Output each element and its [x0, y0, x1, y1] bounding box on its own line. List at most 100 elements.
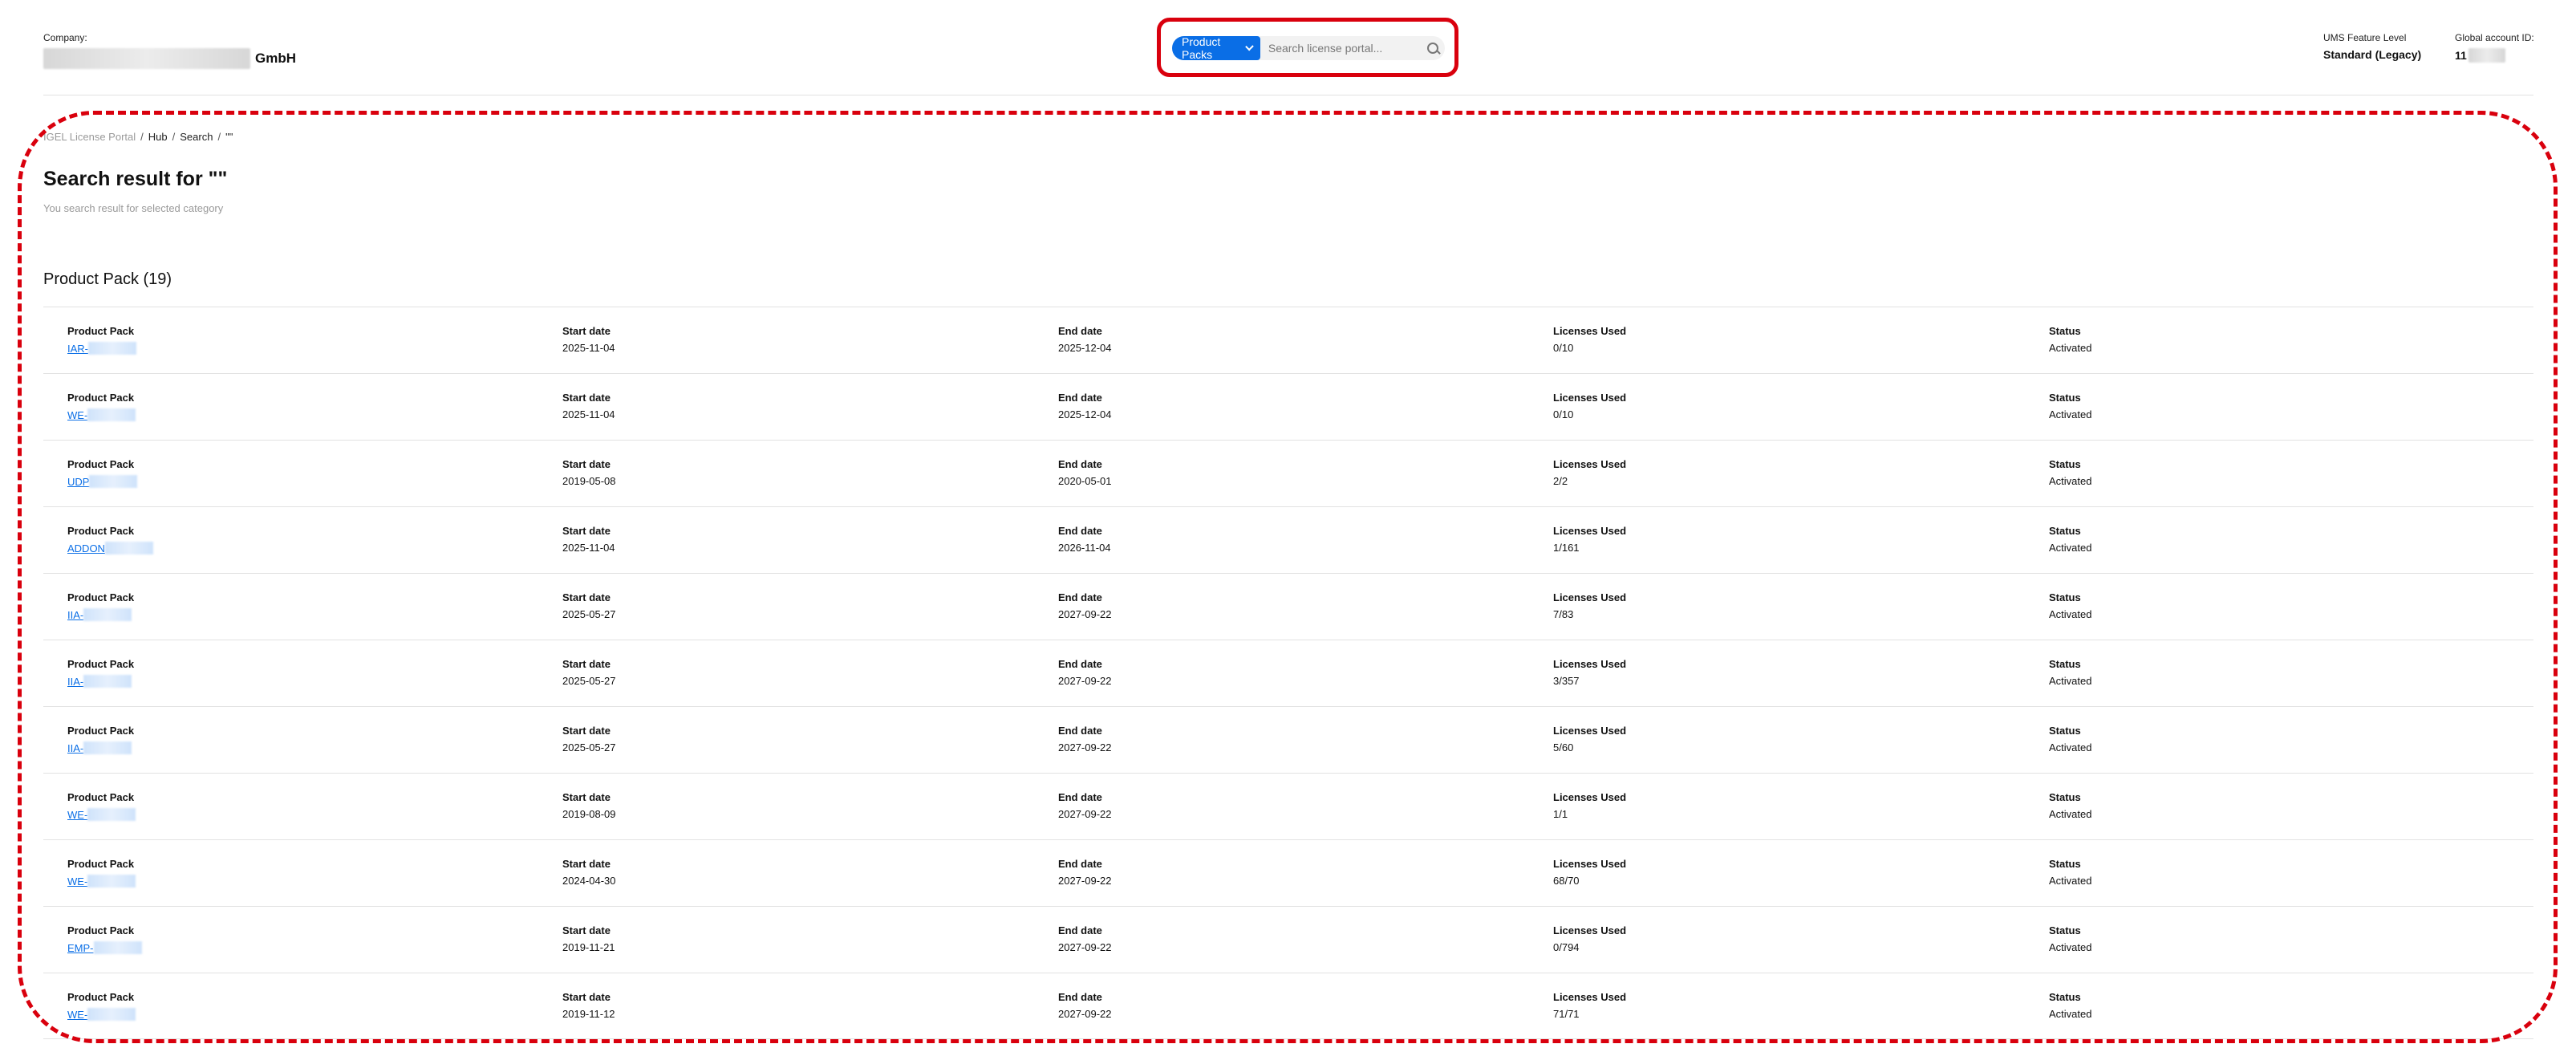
cell-pack: Product Pack WE- — [67, 991, 136, 1021]
cell-label: Start date — [562, 991, 611, 1003]
cell-label: Status — [2049, 591, 2081, 603]
cell-label: Licenses Used — [1553, 858, 1627, 870]
cell-label: Status — [2049, 458, 2081, 470]
product-pack-link[interactable]: ADDON — [67, 542, 153, 554]
cell-label: End date — [1058, 658, 1102, 670]
page-subtitle: You search result for selected category — [43, 202, 224, 214]
cell-value: Activated — [2049, 1008, 2092, 1020]
cell-label: Product Pack — [67, 591, 135, 603]
cell-value: Activated — [2049, 941, 2092, 953]
cell-label: Licenses Used — [1553, 392, 1627, 404]
search-icon[interactable] — [1422, 37, 1441, 59]
table-row: Product Pack IIA- Start date 2025-05-27 End … — [43, 640, 2533, 706]
cell-status: Status Activated — [2049, 858, 2091, 887]
table-row: Product Pack WE- Start date 2025-11-04 End d… — [43, 373, 2533, 440]
search-bar: Product Packs — [1172, 35, 1445, 61]
product-pack-link[interactable]: IIA- — [67, 675, 134, 688]
account-id-value: 11 — [2455, 49, 2467, 62]
product-pack-redacted — [93, 941, 142, 954]
company-info: Company: GmbH — [43, 32, 296, 69]
product-pack-link[interactable]: IIA- — [67, 741, 134, 754]
product-pack-code: EMP- — [67, 941, 94, 954]
cell-value: 2027-09-22 — [1058, 675, 1112, 687]
cell-used: Licenses Used 71/71 — [1553, 991, 1626, 1020]
breadcrumb-hub[interactable]: Hub — [148, 131, 168, 143]
cell-label: Product Pack — [67, 791, 135, 803]
breadcrumb: IGEL License Portal / Hub / Search / "" — [43, 131, 233, 143]
cell-status: Status Activated — [2049, 658, 2091, 687]
cell-label: Licenses Used — [1553, 991, 1627, 1003]
cell-value: 2019-11-21 — [562, 941, 615, 953]
cell-label: Licenses Used — [1553, 591, 1627, 603]
cell-value: 2020-05-01 — [1058, 475, 1112, 487]
feature-level: UMS Feature Level Standard (Legacy) — [2323, 32, 2421, 61]
product-pack-table: Product Pack IAR- Start date 2025-11-04 End … — [43, 307, 2533, 1039]
cell-value: 7/83 — [1553, 608, 1574, 620]
product-pack-code: WE- — [67, 408, 88, 421]
product-pack-link[interactable]: WE- — [67, 875, 136, 888]
cell-value: Activated — [2049, 675, 2092, 687]
cell-label: Status — [2049, 858, 2081, 870]
product-pack-link[interactable]: UDP — [67, 475, 138, 488]
product-pack-redacted — [88, 342, 136, 355]
cell-end: End date 2027-09-22 — [1058, 658, 1112, 687]
cell-start: Start date 2025-05-27 — [562, 725, 616, 754]
feature-level-label: UMS Feature Level — [2323, 32, 2407, 43]
cell-label: Licenses Used — [1553, 658, 1627, 670]
company-name-redacted — [43, 48, 250, 69]
cell-used: Licenses Used 68/70 — [1553, 858, 1626, 887]
cell-label: Product Pack — [67, 991, 135, 1003]
product-pack-code: WE- — [67, 875, 88, 888]
cell-status: Status Activated — [2049, 791, 2091, 820]
cell-status: Status Activated — [2049, 325, 2091, 354]
cell-label: Licenses Used — [1553, 525, 1627, 537]
cell-label: End date — [1058, 392, 1102, 404]
breadcrumb-search[interactable]: Search — [180, 131, 213, 143]
cell-start: Start date 2024-04-30 — [562, 858, 616, 887]
cell-label: Product Pack — [67, 392, 135, 404]
product-pack-code: WE- — [67, 808, 88, 821]
cell-status: Status Activated — [2049, 392, 2091, 420]
table-row: Product Pack IAR- Start date 2025-11-04 End … — [43, 307, 2533, 373]
cell-label: End date — [1058, 991, 1102, 1003]
cell-used: Licenses Used 3/357 — [1553, 658, 1626, 687]
chevron-down-icon — [1245, 42, 1254, 51]
breadcrumb-separator: / — [217, 131, 221, 143]
product-pack-link[interactable]: WE- — [67, 808, 136, 821]
cell-used: Licenses Used 5/60 — [1553, 725, 1626, 754]
product-pack-redacted — [87, 875, 136, 888]
product-pack-code: IAR- — [67, 342, 88, 355]
cell-label: Licenses Used — [1553, 791, 1627, 803]
product-pack-redacted — [83, 675, 132, 688]
product-pack-link[interactable]: WE- — [67, 408, 136, 421]
cell-status: Status Activated — [2049, 991, 2091, 1020]
cell-used: Licenses Used 0/10 — [1553, 392, 1626, 420]
product-pack-link[interactable]: IIA- — [67, 608, 134, 621]
product-pack-link[interactable]: EMP- — [67, 941, 142, 954]
search-input[interactable] — [1260, 36, 1422, 60]
cell-pack: Product Pack UDP — [67, 458, 138, 488]
cell-label: End date — [1058, 924, 1102, 936]
product-pack-link[interactable]: IAR- — [67, 342, 136, 355]
product-pack-link[interactable]: WE- — [67, 1008, 136, 1021]
cell-end: End date 2027-09-22 — [1058, 591, 1112, 620]
cell-label: Status — [2049, 325, 2081, 337]
cell-value: 0/10 — [1553, 408, 1574, 420]
cell-value: Activated — [2049, 808, 2092, 820]
cell-value: 2/2 — [1553, 475, 1568, 487]
search-category-dropdown[interactable]: Product Packs — [1172, 35, 1260, 61]
cell-value: 2019-05-08 — [562, 475, 616, 487]
cell-pack: Product Pack WE- — [67, 858, 136, 888]
cell-status: Status Activated — [2049, 591, 2091, 620]
cell-value: 5/60 — [1553, 741, 1574, 754]
search-category-label: Product Packs — [1182, 35, 1221, 61]
cell-start: Start date 2025-11-04 — [562, 392, 615, 420]
product-pack-code: WE- — [67, 1008, 88, 1021]
cell-pack: Product Pack WE- — [67, 791, 136, 821]
cell-label: Product Pack — [67, 325, 135, 337]
table-row: Product Pack ADDON Start date 2025-11-04 End… — [43, 506, 2533, 573]
breadcrumb-root[interactable]: IGEL License Portal — [43, 131, 136, 143]
cell-label: Start date — [562, 325, 611, 337]
cell-end: End date 2025-12-04 — [1058, 325, 1112, 354]
cell-status: Status Activated — [2049, 458, 2091, 487]
